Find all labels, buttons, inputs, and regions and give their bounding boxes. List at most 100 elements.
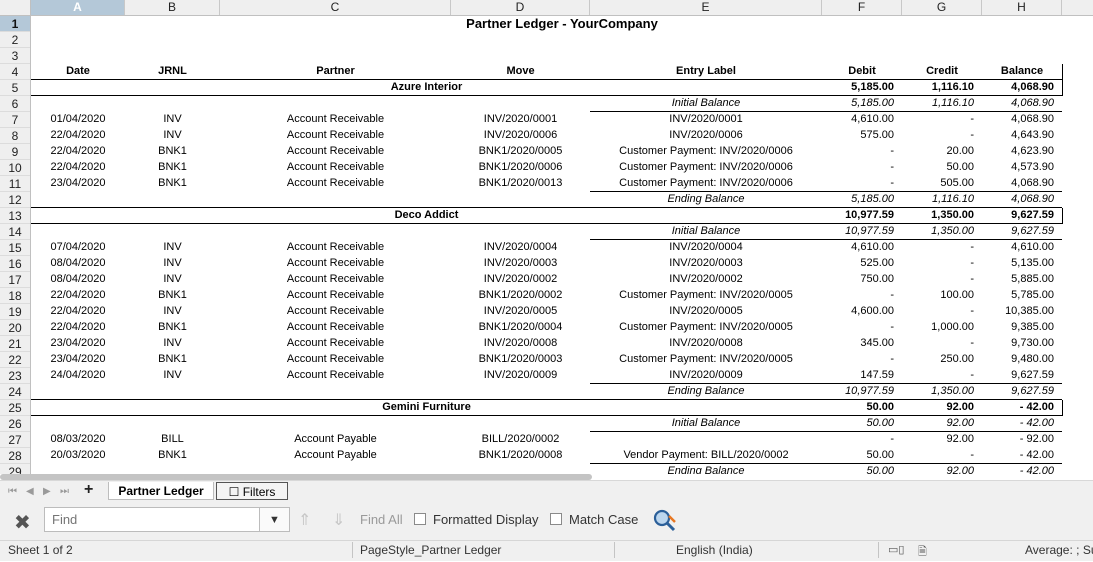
debit-cell[interactable]: 750.00 [822,269,894,285]
debit-cell[interactable]: 4,610.00 [822,237,894,253]
entry-label-cell[interactable]: INV/2020/0008 [590,333,822,349]
journal-cell[interactable]: BNK1 [125,445,220,461]
partner-cell[interactable]: Account Receivable [220,301,451,317]
balance-cell[interactable]: 5,885.00 [982,269,1054,285]
credit-cell[interactable]: - [902,333,974,349]
partner-group-label[interactable]: Deco Addict [31,205,822,221]
partner-cell[interactable]: Account Payable [220,429,451,445]
partner-cell[interactable]: Account Receivable [220,109,451,125]
journal-cell[interactable]: BNK1 [125,349,220,365]
move-cell[interactable]: INV/2020/0005 [451,301,590,317]
prev-sheet-icon[interactable]: ◀ [26,486,34,497]
credit-cell[interactable]: - [902,445,974,461]
journal-cell[interactable]: INV [125,365,220,381]
move-cell[interactable]: INV/2020/0008 [451,333,590,349]
journal-cell[interactable]: BNK1 [125,157,220,173]
debit-cell[interactable]: 5,185.00 [822,77,894,93]
row-header-21[interactable]: 21 [0,336,30,352]
balance-cell[interactable]: 4,623.90 [982,141,1054,157]
move-cell[interactable]: INV/2020/0002 [451,269,590,285]
journal-cell[interactable]: INV [125,301,220,317]
credit-cell[interactable]: 100.00 [902,285,974,301]
column-header-g[interactable]: G [902,0,982,15]
balance-cell[interactable]: 4,068.90 [982,77,1054,93]
find-input[interactable] [44,507,260,532]
move-cell[interactable]: BNK1/2020/0008 [451,445,590,461]
balance-cell[interactable]: 5,135.00 [982,253,1054,269]
partner-cell[interactable]: Account Receivable [220,333,451,349]
find-dropdown-icon[interactable]: ▼ [260,507,290,532]
move-cell[interactable]: BNK1/2020/0006 [451,157,590,173]
date-cell[interactable]: 22/04/2020 [31,317,125,333]
date-cell[interactable]: 08/04/2020 [31,269,125,285]
credit-cell[interactable]: 92.00 [902,413,974,429]
entry-label-cell[interactable]: Customer Payment: INV/2020/0006 [590,157,822,173]
row-header-22[interactable]: 22 [0,352,30,368]
credit-cell[interactable]: - [902,301,974,317]
language[interactable]: English (India) [676,543,753,557]
entry-label-cell[interactable]: INV/2020/0009 [590,365,822,381]
date-cell[interactable]: 22/04/2020 [31,125,125,141]
move-cell[interactable]: INV/2020/0006 [451,125,590,141]
move-cell[interactable]: INV/2020/0004 [451,237,590,253]
entry-label-cell[interactable]: Customer Payment: INV/2020/0006 [590,173,822,189]
row-header-3[interactable]: 3 [0,48,30,64]
column-header-b[interactable]: B [125,0,220,15]
entry-label-cell[interactable]: Customer Payment: INV/2020/0006 [590,141,822,157]
row-header-14[interactable]: 14 [0,224,30,240]
column-title[interactable]: Balance [982,61,1062,77]
row-header-23[interactable]: 23 [0,368,30,384]
partner-cell[interactable]: Account Receivable [220,269,451,285]
column-title[interactable]: Entry Label [590,61,822,77]
credit-cell[interactable]: 1,116.10 [902,77,974,93]
balance-cell[interactable]: 9,627.59 [982,221,1054,237]
entry-label-cell[interactable]: Customer Payment: INV/2020/0005 [590,285,822,301]
row-header-25[interactable]: 25 [0,400,30,416]
partner-cell[interactable]: Account Receivable [220,285,451,301]
move-cell[interactable]: INV/2020/0003 [451,253,590,269]
balance-cell[interactable]: 4,068.90 [982,109,1054,125]
row-header-1[interactable]: 1 [0,16,30,32]
row-header-9[interactable]: 9 [0,144,30,160]
row-header-4[interactable]: 4 [0,64,30,80]
last-sheet-icon[interactable]: ⏭ [60,486,69,497]
selection-mode-icon[interactable]: ▭▯ [888,543,904,556]
add-sheet-icon[interactable]: + [84,481,93,499]
credit-cell[interactable]: - [902,125,974,141]
debit-cell[interactable]: - [822,317,894,333]
credit-cell[interactable]: 92.00 [902,397,974,413]
debit-cell[interactable]: 345.00 [822,333,894,349]
find-previous-icon[interactable]: ⇑ [298,510,311,530]
journal-cell[interactable]: BNK1 [125,285,220,301]
balance-cell[interactable]: 9,730.00 [982,333,1054,349]
move-cell[interactable]: BNK1/2020/0005 [451,141,590,157]
find-replace-icon[interactable] [652,508,676,532]
partner-group-label[interactable]: Gemini Furniture [31,397,822,413]
balance-cell[interactable]: 4,068.90 [982,93,1054,109]
journal-cell[interactable]: INV [125,237,220,253]
column-header-d[interactable]: D [451,0,590,15]
journal-cell[interactable]: BNK1 [125,141,220,157]
tab-filters[interactable]: ☐ Filters [216,482,288,500]
balance-cell[interactable]: 4,068.90 [982,173,1054,189]
date-cell[interactable]: 22/04/2020 [31,157,125,173]
column-title[interactable]: Date [31,61,125,77]
next-sheet-icon[interactable]: ▶ [43,486,51,497]
entry-label-cell[interactable]: INV/2020/0005 [590,301,822,317]
row-header-15[interactable]: 15 [0,240,30,256]
partner-cell[interactable]: Account Receivable [220,365,451,381]
column-header-c[interactable]: C [220,0,451,15]
journal-cell[interactable]: INV [125,253,220,269]
row-header-12[interactable]: 12 [0,192,30,208]
entry-label-cell[interactable]: INV/2020/0004 [590,237,822,253]
date-cell[interactable]: 20/03/2020 [31,445,125,461]
balance-cell[interactable]: - 92.00 [982,429,1054,445]
credit-cell[interactable]: - [902,109,974,125]
select-all-corner[interactable] [0,0,31,16]
balance-cell[interactable]: 10,385.00 [982,301,1054,317]
column-header-a[interactable]: A [31,0,125,15]
entry-label-cell[interactable]: INV/2020/0001 [590,109,822,125]
move-cell[interactable]: BNK1/2020/0002 [451,285,590,301]
balance-cell[interactable]: - 42.00 [982,397,1054,413]
entry-label-cell[interactable]: Vendor Payment: BILL/2020/0002 [590,445,822,461]
